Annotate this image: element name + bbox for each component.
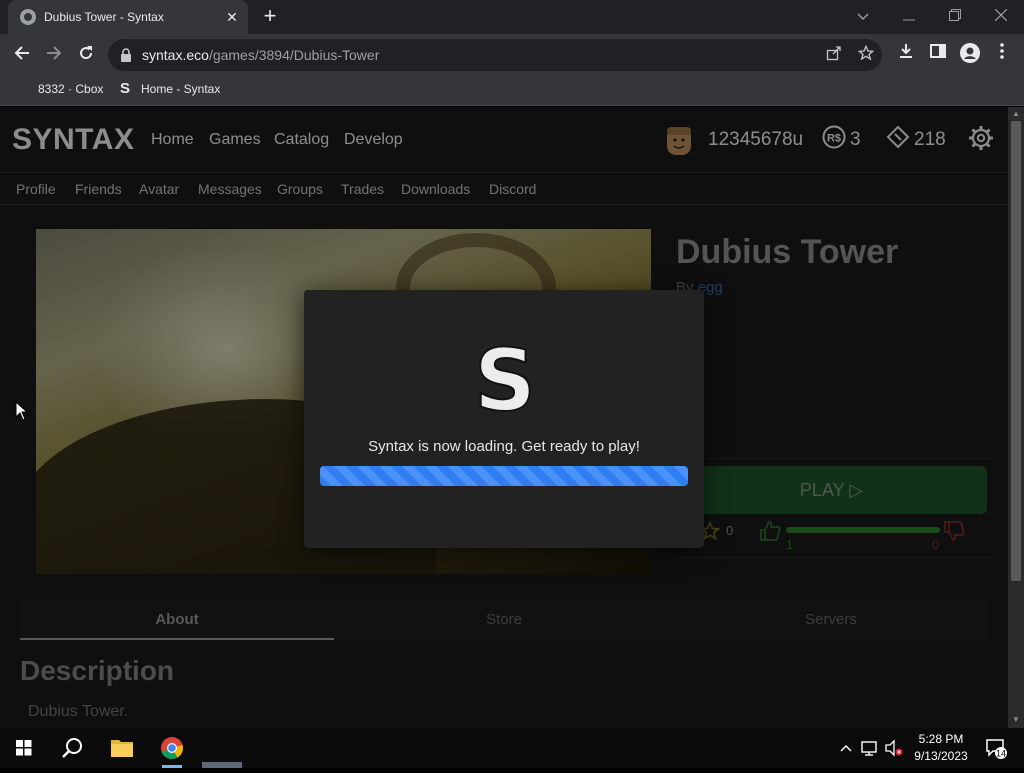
notification-center-icon[interactable]: 14	[984, 736, 1008, 760]
scroll-up-arrow-icon[interactable]: ▲	[1011, 109, 1021, 119]
profile-icon[interactable]	[958, 43, 982, 67]
bookmark-star-icon[interactable]	[856, 44, 876, 65]
restore-icon[interactable]	[940, 4, 970, 28]
new-tab-button[interactable]: +	[258, 5, 282, 29]
loading-message: Syntax is now loading. Get ready to play…	[368, 438, 640, 455]
page-viewport: SYNTAX Home Games Catalog Develop 123456…	[0, 107, 1008, 728]
network-icon[interactable]	[860, 738, 880, 758]
bookmarks-bar: 8332 · Cbox S Home - Syntax	[0, 76, 1024, 106]
syntax-bookmark-icon: S	[120, 80, 131, 97]
tab-favicon-icon	[20, 9, 36, 25]
chrome-icon[interactable]	[148, 728, 196, 768]
scrollbar-thumb[interactable]	[1011, 121, 1021, 581]
tab-title: Dubius Tower - Syntax	[44, 10, 164, 24]
url-text: syntax.eco/games/3894/Dubius-Tower	[142, 47, 380, 63]
back-icon[interactable]	[10, 43, 34, 67]
windows-start-icon[interactable]	[0, 728, 48, 768]
loading-progress-bar	[320, 466, 688, 486]
lock-icon	[121, 48, 131, 62]
volume-muted-icon[interactable]	[884, 738, 904, 758]
clock-date: 9/13/2023	[914, 749, 968, 763]
forward-icon[interactable]	[42, 43, 66, 67]
browser-tab-strip: Dubius Tower - Syntax ✕ +	[0, 0, 1024, 34]
bookmark-home-syntax[interactable]: Home - Syntax	[141, 82, 220, 96]
taskbar-app-icon[interactable]	[198, 728, 246, 768]
more-menu-icon[interactable]	[990, 43, 1014, 67]
syntax-logo-icon: S	[474, 340, 536, 420]
system-clock[interactable]: 5:28 PM 9/13/2023	[906, 731, 976, 765]
browser-toolbar: syntax.eco/games/3894/Dubius-Tower	[0, 34, 1024, 76]
loading-modal: S Syntax is now loading. Get ready to pl…	[304, 290, 704, 548]
tab-search-icon[interactable]	[848, 4, 878, 28]
minimize-icon[interactable]	[894, 4, 924, 28]
share-icon[interactable]	[824, 45, 844, 65]
close-window-icon[interactable]	[986, 4, 1016, 28]
search-icon[interactable]	[48, 728, 96, 768]
address-bar[interactable]: syntax.eco/games/3894/Dubius-Tower	[108, 39, 882, 71]
page-scrollbar[interactable]: ▲ ▼	[1008, 107, 1024, 728]
scroll-down-arrow-icon[interactable]: ▼	[1011, 715, 1021, 725]
show-hidden-icons-icon[interactable]	[838, 738, 854, 758]
svg-text:14: 14	[996, 749, 1006, 759]
clock-time: 5:28 PM	[918, 732, 964, 746]
file-explorer-icon[interactable]	[98, 728, 146, 768]
browser-tab[interactable]: Dubius Tower - Syntax ✕	[8, 0, 248, 34]
svg-text:S: S	[474, 340, 536, 420]
reload-icon[interactable]	[74, 43, 98, 67]
bookmark-cbox[interactable]: 8332 · Cbox	[38, 82, 103, 96]
download-icon[interactable]	[894, 43, 918, 67]
mouse-cursor-icon	[15, 401, 29, 421]
side-panel-icon[interactable]	[926, 43, 950, 67]
close-tab-icon[interactable]: ✕	[224, 9, 240, 25]
taskbar: 5:28 PM 9/13/2023 14	[0, 728, 1024, 768]
